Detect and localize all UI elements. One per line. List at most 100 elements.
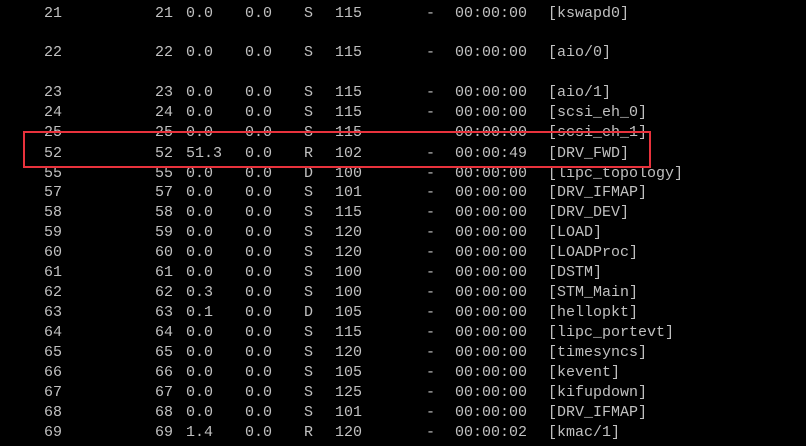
process-pid: 63 [44, 304, 63, 321]
process-pid: 58 [44, 204, 63, 221]
process-row: 22 22 0.0 0.0 S 115 - 00:00:00 [aio/0] [0, 43, 806, 63]
process-command: [LOADProc] [548, 244, 639, 261]
process-tid: 23 [155, 84, 174, 101]
process-priority: 102 [335, 145, 363, 162]
process-mem: 0.0 [245, 104, 273, 121]
process-dash: - [426, 5, 436, 22]
process-cpu: 0.0 [186, 404, 214, 421]
process-pid: 66 [44, 364, 63, 381]
process-priority: 120 [335, 224, 363, 241]
process-time: 00:00:00 [455, 5, 528, 22]
process-priority: 115 [335, 204, 363, 221]
process-cpu: 0.0 [186, 204, 214, 221]
process-tid: 64 [155, 324, 174, 341]
process-dash: - [426, 145, 436, 162]
process-time: 00:00:00 [455, 364, 528, 381]
process-state: S [304, 264, 314, 281]
process-priority: 100 [335, 284, 363, 301]
process-time: 00:00:00 [455, 384, 528, 401]
process-dash: - [426, 344, 436, 361]
process-time: 00:00:02 [455, 424, 528, 441]
process-mem: 0.0 [245, 204, 273, 221]
process-tid: 58 [155, 204, 174, 221]
process-dash: - [426, 404, 436, 421]
process-dash: - [426, 244, 436, 261]
process-dash: - [426, 224, 436, 241]
process-cpu: 0.0 [186, 124, 214, 141]
process-row: 65 65 0.0 0.0 S 120 - 00:00:00 [timesyncs] [0, 343, 806, 363]
process-mem: 0.0 [245, 364, 273, 381]
process-state: R [304, 424, 314, 441]
process-priority: 115 [335, 5, 363, 22]
process-cpu: 0.0 [186, 244, 214, 261]
process-dash: - [426, 204, 436, 221]
process-state: S [304, 184, 314, 201]
process-time: 00:00:49 [455, 145, 528, 162]
process-state: S [304, 404, 314, 421]
process-priority: 120 [335, 424, 363, 441]
process-tid: 57 [155, 184, 174, 201]
process-cpu: 0.0 [186, 165, 214, 182]
process-command: [kifupdown] [548, 384, 648, 401]
process-command: [STM_Main] [548, 284, 639, 301]
process-row: 64 64 0.0 0.0 S 115 - 00:00:00 [lipc_portevt] [0, 323, 806, 343]
process-dash: - [426, 324, 436, 341]
process-row: 24 24 0.0 0.0 S 115 - 00:00:00 [scsi_eh_0] [0, 103, 806, 123]
process-dash: - [426, 44, 436, 61]
process-row: 52 52 51.3 0.0 R 102 - 00:00:49 [DRV_FWD] [0, 144, 806, 164]
process-priority: 105 [335, 364, 363, 381]
process-cpu: 0.3 [186, 284, 214, 301]
process-command: [timesyncs] [548, 344, 648, 361]
process-row: 62 62 0.3 0.0 S 100 - 00:00:00 [STM_Main] [0, 283, 806, 303]
process-cpu: 0.0 [186, 5, 214, 22]
process-priority: 125 [335, 384, 363, 401]
process-priority: 101 [335, 184, 363, 201]
process-priority: 115 [335, 124, 363, 141]
process-dash: - [426, 124, 436, 141]
process-mem: 0.0 [245, 44, 273, 61]
process-tid: 24 [155, 104, 174, 121]
process-cpu: 0.0 [186, 324, 214, 341]
process-time: 00:00:00 [455, 404, 528, 421]
process-mem: 0.0 [245, 384, 273, 401]
process-pid: 57 [44, 184, 63, 201]
process-pid: 61 [44, 264, 63, 281]
process-tid: 63 [155, 304, 174, 321]
process-priority: 115 [335, 44, 363, 61]
process-priority: 115 [335, 104, 363, 121]
process-state: S [304, 204, 314, 221]
process-priority: 120 [335, 344, 363, 361]
process-command: [DRV_DEV] [548, 204, 630, 221]
process-row: 55 55 0.0 0.0 D 100 - 00:00:00 [lipc_topology] [0, 164, 806, 184]
process-state: R [304, 145, 314, 162]
process-tid: 60 [155, 244, 174, 261]
process-state: S [304, 124, 314, 141]
process-tid: 65 [155, 344, 174, 361]
process-dash: - [426, 384, 436, 401]
process-mem: 0.0 [245, 224, 273, 241]
process-tid: 55 [155, 165, 174, 182]
process-mem: 0.0 [245, 124, 273, 141]
process-mem: 0.0 [245, 424, 273, 441]
process-state: S [304, 5, 314, 22]
process-row: 63 63 0.1 0.0 D 105 - 00:00:00 [hellopkt] [0, 303, 806, 323]
process-state: D [304, 165, 314, 182]
process-cpu: 0.1 [186, 304, 214, 321]
process-cpu: 0.0 [186, 264, 214, 281]
process-command: [LOAD] [548, 224, 603, 241]
process-row: 60 60 0.0 0.0 S 120 - 00:00:00 [LOADProc] [0, 243, 806, 263]
process-cpu: 1.4 [186, 424, 214, 441]
process-pid: 68 [44, 404, 63, 421]
process-dash: - [426, 364, 436, 381]
process-row: 66 66 0.0 0.0 S 105 - 00:00:00 [kevent] [0, 363, 806, 383]
process-dash: - [426, 264, 436, 281]
process-command: [hellopkt] [548, 304, 639, 321]
process-state: S [304, 344, 314, 361]
process-cpu: 0.0 [186, 344, 214, 361]
process-tid: 66 [155, 364, 174, 381]
process-tid: 67 [155, 384, 174, 401]
process-time: 00:00:00 [455, 344, 528, 361]
process-pid: 62 [44, 284, 63, 301]
process-time: 00:00:00 [455, 184, 528, 201]
process-time: 00:00:00 [455, 84, 528, 101]
